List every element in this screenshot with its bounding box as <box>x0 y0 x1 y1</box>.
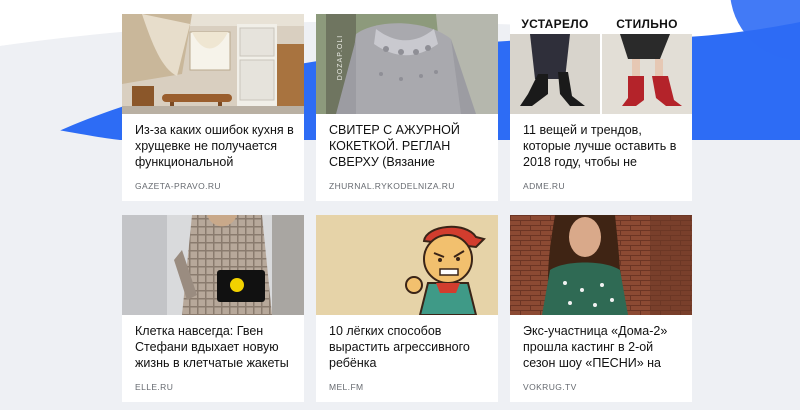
kitchen-photo <box>122 14 304 114</box>
boots-comparison-photo: УСТАРЕЛО СТИЛЬНО <box>510 14 692 114</box>
card-source: mel.fm <box>329 382 364 392</box>
card-source: vokrug.tv <box>523 382 577 392</box>
card-title[interactable]: 10 лёгких способов вырастить агрессивног… <box>329 323 489 371</box>
label-stylish: СТИЛЬНО <box>602 14 692 34</box>
news-card[interactable]: Из-за каких ошибок кухня в хрущевке не п… <box>122 14 304 201</box>
card-title[interactable]: Клетка навсегда: Гвен Стефани вдыхает но… <box>135 323 295 371</box>
news-card[interactable]: УСТАРЕЛО СТИЛЬНО 11 вещей и трендов, кот… <box>510 14 692 201</box>
angry-boy-cartoon <box>316 215 498 315</box>
label-outdated: УСТАРЕЛО <box>510 14 600 34</box>
news-card[interactable]: DOZAP.OLI СВИТЕР С АЖУРНОЙ КОКЕТКОЙ. РЕГ… <box>316 14 498 201</box>
news-card[interactable]: Экс-участница «Дома-2» прошла кастинг в … <box>510 215 692 402</box>
card-title[interactable]: 11 вещей и трендов, которые лучше остави… <box>523 122 683 170</box>
knitted-sweater-photo: DOZAP.OLI <box>316 14 498 114</box>
card-title[interactable]: Из-за каких ошибок кухня в хрущевке не п… <box>135 122 295 170</box>
plaid-jacket-photo <box>122 215 304 315</box>
news-feed-grid: Из-за каких ошибок кухня в хрущевке не п… <box>122 14 692 402</box>
watermark-text: DOZAP.OLI <box>337 34 345 81</box>
card-source: gazeta-pravo.ru <box>135 181 221 191</box>
card-source: adme.ru <box>523 181 565 191</box>
card-source: zhurnal.rykodelniza.ru <box>329 181 455 191</box>
news-card[interactable]: Клетка навсегда: Гвен Стефани вдыхает но… <box>122 215 304 402</box>
news-card[interactable]: 10 лёгких способов вырастить агрессивног… <box>316 215 498 402</box>
card-title[interactable]: Экс-участница «Дома-2» прошла кастинг в … <box>523 323 683 371</box>
card-title[interactable]: СВИТЕР С АЖУРНОЙ КОКЕТКОЙ. РЕГЛАН СВЕРХУ… <box>329 122 489 170</box>
woman-brick-wall-photo <box>510 215 692 315</box>
card-source: elle.ru <box>135 382 174 392</box>
